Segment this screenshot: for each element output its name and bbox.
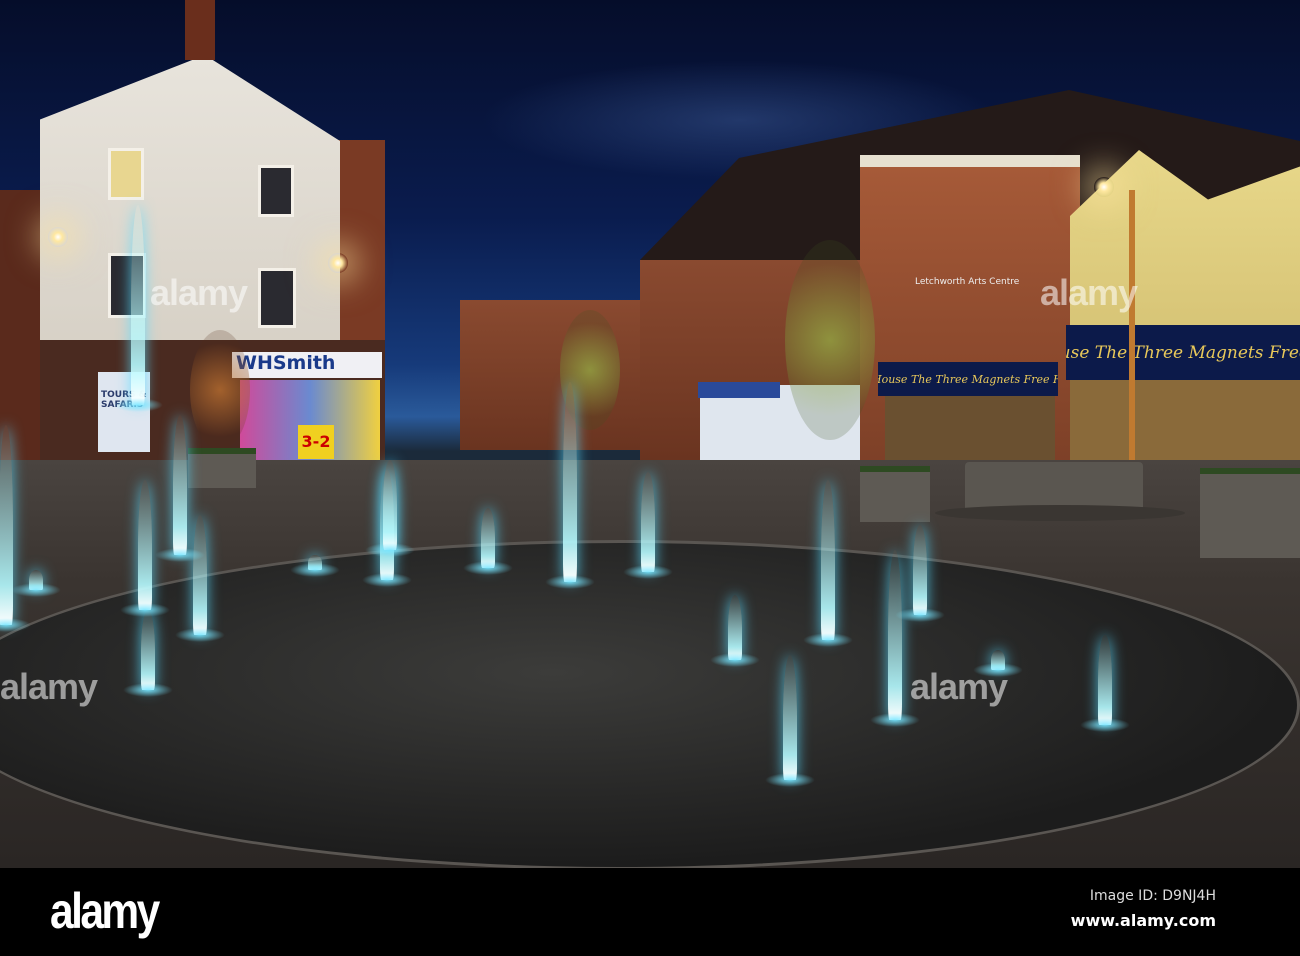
- watermark: alamy: [150, 272, 248, 313]
- pub-front-right: [1070, 380, 1300, 470]
- water-jet: [383, 460, 397, 550]
- chimney: [185, 0, 215, 60]
- water-jet: [481, 508, 495, 568]
- pub-front: [885, 396, 1055, 466]
- jet-glow: [803, 633, 853, 647]
- jet-glow: [120, 603, 170, 617]
- watermark: alamy: [0, 666, 98, 707]
- street-lamp: [48, 227, 68, 247]
- street-lamp: [328, 253, 348, 273]
- water-jet: [173, 415, 187, 555]
- whsmith-sign: WHSmith: [232, 352, 382, 378]
- jet-glow: [463, 561, 513, 575]
- footer-bar: alamy Image ID: D9NJ4H www.alamy.com: [0, 868, 1300, 956]
- three-magnets-sign-left: The House The Three Magnets Free House: [878, 362, 1058, 396]
- promo-sign: 3-2: [298, 425, 334, 459]
- jet-glow: [765, 773, 815, 787]
- water-jet: [888, 550, 902, 720]
- jet-glow: [895, 608, 945, 622]
- street-lamp: [1094, 177, 1114, 197]
- jet-glow: [362, 573, 412, 587]
- shop-sign: [698, 382, 780, 398]
- jet-glow: [113, 398, 163, 412]
- bench-base: [935, 505, 1185, 521]
- jet-glow: [123, 683, 173, 697]
- lamp-post: [1129, 190, 1135, 490]
- night-town-square-photo: Letchworth Arts Centre The House The Thr…: [0, 0, 1300, 868]
- water-jet: [913, 525, 927, 615]
- watermark: alamy: [910, 666, 1008, 707]
- tree: [785, 240, 875, 440]
- jet-glow: [11, 583, 61, 597]
- window: [258, 165, 294, 217]
- arts-centre-sign: Letchworth Arts Centre: [915, 277, 1020, 287]
- jet-glow: [365, 543, 415, 557]
- watermark: alamy: [1040, 272, 1138, 313]
- water-jet: [728, 595, 742, 660]
- jet-glow: [623, 565, 673, 579]
- water-jet: [563, 382, 577, 582]
- window: [108, 148, 144, 200]
- window: [258, 268, 296, 328]
- water-jet: [783, 655, 797, 780]
- water-jet: [131, 205, 145, 405]
- water-jet: [1098, 635, 1112, 725]
- jet-glow: [710, 653, 760, 667]
- jet-glow: [155, 548, 205, 562]
- jet-glow: [175, 628, 225, 642]
- tree: [190, 330, 250, 450]
- planter: [188, 448, 256, 488]
- water-jet: [193, 515, 207, 635]
- jet-glow: [290, 563, 340, 577]
- jet-glow: [1080, 718, 1130, 732]
- planter: [1200, 468, 1300, 558]
- alamy-logo: alamy: [50, 883, 160, 939]
- water-jet: [641, 472, 655, 572]
- jet-glow: [545, 575, 595, 589]
- planter: [860, 466, 930, 522]
- water-jet: [141, 610, 155, 690]
- water-jet: [821, 480, 835, 640]
- three-magnets-sign-right: The House The Three Magnets Free House: [1066, 325, 1300, 380]
- water-jet: [0, 425, 13, 625]
- image-id: Image ID: D9NJ4H: [1089, 888, 1216, 904]
- water-jet: [138, 480, 152, 610]
- website-url: www.alamy.com: [1070, 911, 1216, 930]
- jet-glow: [870, 713, 920, 727]
